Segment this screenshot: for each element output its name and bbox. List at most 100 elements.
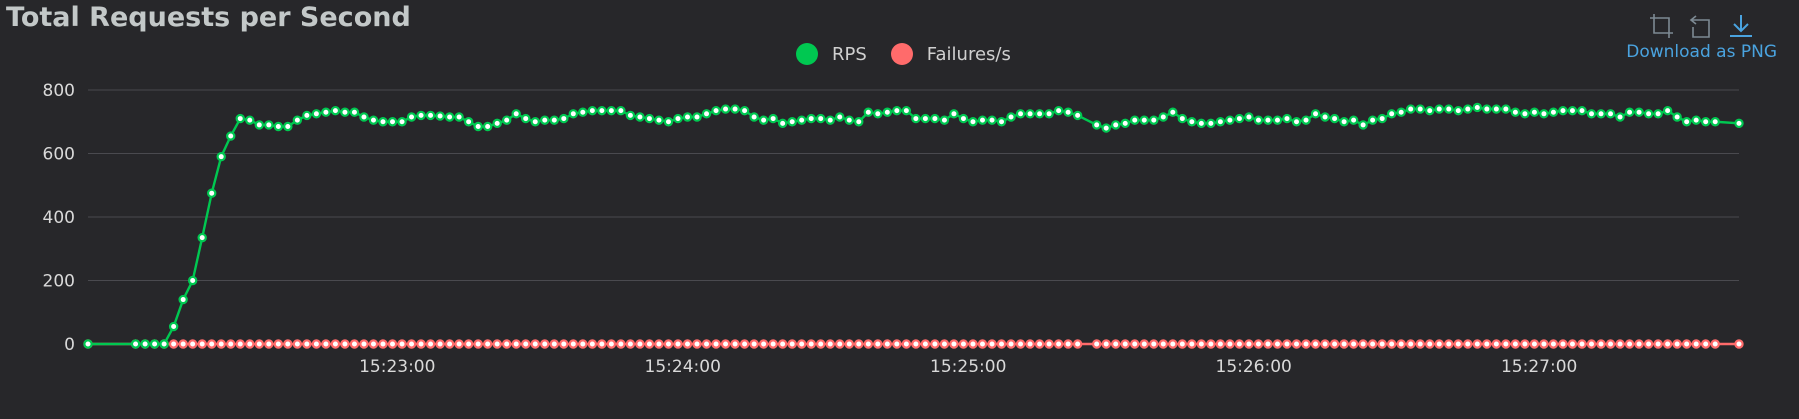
data-point-failures bbox=[368, 339, 379, 349]
data-point-failures bbox=[1187, 339, 1197, 349]
data-point-failures bbox=[863, 339, 874, 349]
data-point-failures bbox=[1520, 339, 1530, 349]
data-point-rps bbox=[292, 115, 303, 125]
data-point-rps bbox=[597, 105, 607, 116]
data-point-failures bbox=[949, 339, 959, 349]
data-point-rps bbox=[492, 118, 502, 129]
data-point-failures bbox=[1139, 339, 1149, 349]
data-point-rps bbox=[1472, 102, 1483, 113]
y-axis: 0 200 400 600 800 bbox=[43, 81, 75, 355]
data-point-rps bbox=[159, 339, 169, 349]
data-point-rps bbox=[1072, 110, 1083, 121]
data-point-failures bbox=[616, 339, 626, 349]
data-point-failures bbox=[1453, 339, 1463, 349]
data-point-rps bbox=[968, 117, 978, 127]
data-point-rps bbox=[321, 107, 331, 117]
data-point-failures bbox=[1539, 339, 1549, 349]
data-point-rps bbox=[873, 109, 883, 119]
data-point-rps bbox=[892, 105, 902, 116]
data-point-rps bbox=[977, 115, 988, 125]
data-point-rps bbox=[559, 113, 569, 124]
data-point-failures bbox=[1710, 339, 1720, 349]
data-point-rps bbox=[682, 112, 693, 122]
data-point-failures bbox=[387, 339, 398, 349]
data-point-failures bbox=[644, 339, 655, 349]
data-point-rps bbox=[1567, 105, 1578, 116]
data-point-rps bbox=[1225, 115, 1235, 125]
data-point-failures bbox=[1415, 339, 1425, 349]
data-point-failures bbox=[1158, 339, 1168, 349]
data-point-failures bbox=[1358, 339, 1368, 349]
data-point-failures bbox=[378, 339, 388, 349]
data-point-rps bbox=[1681, 117, 1692, 127]
data-point-failures bbox=[168, 339, 179, 349]
data-point-rps bbox=[901, 105, 912, 116]
data-point-failures bbox=[1510, 339, 1521, 349]
data-point-failures bbox=[1567, 339, 1578, 349]
data-point-rps bbox=[816, 113, 826, 124]
data-point-failures bbox=[1034, 339, 1045, 349]
data-point-rps bbox=[1734, 118, 1744, 129]
data-point-rps bbox=[444, 112, 455, 122]
series-layer bbox=[83, 102, 1744, 349]
data-point-failures bbox=[1643, 339, 1654, 349]
data-point-rps bbox=[454, 112, 464, 122]
data-point-failures bbox=[1225, 339, 1235, 349]
data-point-rps bbox=[425, 110, 436, 121]
data-point-failures bbox=[302, 339, 312, 349]
data-point-rps bbox=[178, 294, 188, 305]
data-point-rps bbox=[187, 275, 198, 286]
data-point-rps bbox=[1672, 112, 1682, 122]
data-point-failures bbox=[1405, 339, 1416, 349]
data-point-rps bbox=[1015, 109, 1026, 119]
data-point-rps bbox=[1586, 109, 1597, 119]
data-point-rps bbox=[130, 339, 141, 349]
y-tick-label: 400 bbox=[43, 208, 75, 228]
data-point-rps bbox=[1006, 112, 1016, 122]
data-point-rps bbox=[435, 111, 445, 121]
chart-panel: Total Requests per Second RPS Failures/s bbox=[0, 0, 1799, 419]
data-point-failures bbox=[568, 339, 579, 349]
data-point-failures bbox=[1253, 339, 1264, 349]
data-point-rps bbox=[330, 105, 341, 116]
data-point-failures bbox=[806, 339, 816, 349]
series-line-rps bbox=[88, 106, 1740, 346]
data-point-rps bbox=[1634, 107, 1644, 117]
data-point-rps bbox=[1044, 109, 1054, 119]
data-point-rps bbox=[1415, 104, 1425, 114]
data-point-failures bbox=[321, 339, 331, 349]
data-point-failures bbox=[606, 339, 617, 349]
data-point-rps bbox=[1120, 118, 1130, 129]
data-point-failures bbox=[1634, 339, 1644, 349]
data-point-rps bbox=[1405, 104, 1416, 114]
data-point-rps bbox=[768, 113, 778, 124]
data-point-failures bbox=[1577, 339, 1587, 349]
data-point-rps bbox=[283, 121, 293, 132]
data-point-failures bbox=[444, 339, 455, 349]
data-point-rps bbox=[1034, 109, 1045, 119]
data-point-failures bbox=[1586, 339, 1597, 349]
data-point-failures bbox=[187, 339, 198, 349]
data-point-failures bbox=[720, 339, 731, 349]
data-point-rps bbox=[1700, 117, 1711, 127]
data-point-rps bbox=[1425, 105, 1435, 116]
data-point-failures bbox=[340, 339, 350, 349]
data-point-rps bbox=[787, 117, 797, 127]
data-point-failures bbox=[502, 339, 512, 349]
data-point-rps bbox=[302, 110, 312, 121]
data-point-failures bbox=[1282, 339, 1292, 349]
data-point-failures bbox=[673, 339, 683, 349]
data-point-failures bbox=[1734, 339, 1744, 349]
data-point-failures bbox=[1310, 339, 1321, 349]
data-point-failures bbox=[463, 339, 474, 349]
data-point-failures bbox=[854, 339, 864, 349]
data-point-rps bbox=[835, 112, 845, 122]
data-point-rps bbox=[1577, 105, 1587, 116]
y-tick-label: 600 bbox=[43, 145, 75, 165]
data-point-rps bbox=[606, 105, 617, 116]
data-point-failures bbox=[1624, 339, 1635, 349]
data-point-failures bbox=[663, 339, 674, 349]
data-point-failures bbox=[1196, 339, 1207, 349]
data-point-failures bbox=[892, 339, 902, 349]
data-point-rps bbox=[197, 232, 207, 243]
